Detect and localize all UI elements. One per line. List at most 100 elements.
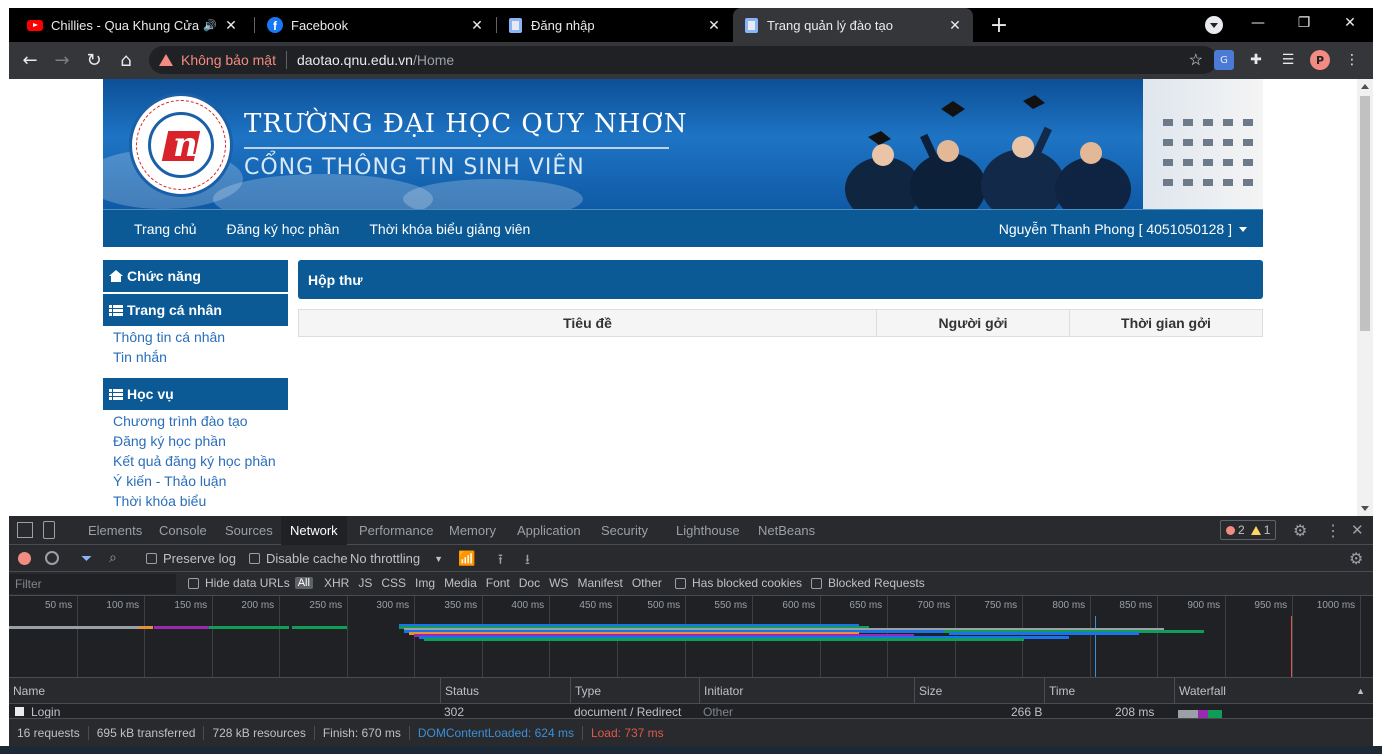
media-control-icon[interactable]: ☰	[1278, 50, 1298, 70]
tab-lighthouse[interactable]: Lighthouse	[676, 516, 740, 545]
audio-icon[interactable]: 🔊	[203, 19, 217, 32]
column-title[interactable]: Tiêu đề	[299, 310, 877, 336]
inspect-element-icon[interactable]	[17, 522, 33, 538]
home-icon[interactable]: ⌂	[112, 46, 140, 74]
tab-console[interactable]: Console	[159, 516, 207, 545]
settings-gear-icon[interactable]: ⚙	[1293, 521, 1307, 541]
scroll-down-arrow[interactable]	[1361, 506, 1369, 511]
column-sender[interactable]: Người gởi	[877, 310, 1070, 336]
clear-icon[interactable]	[45, 551, 59, 565]
close-window-button[interactable]: ✕	[1327, 8, 1373, 38]
filter-font[interactable]: Font	[486, 576, 510, 590]
page-scrollbar[interactable]	[1357, 79, 1373, 516]
tab-performance[interactable]: Performance	[359, 516, 433, 545]
filter-css[interactable]: CSS	[381, 576, 406, 590]
scrollbar-thumb[interactable]	[1360, 96, 1370, 331]
network-overview-timeline[interactable]: 50 ms 100 ms 150 ms 200 ms 250 ms 300 ms 350 m…	[9, 596, 1373, 678]
filter-media[interactable]: Media	[444, 576, 477, 590]
checkbox[interactable]	[146, 553, 157, 564]
sidebar-link-personal-info[interactable]: Thông tin cá nhân	[113, 329, 225, 345]
sidebar-link-curriculum[interactable]: Chương trình đào tạo	[113, 413, 248, 429]
menu-kebab-icon[interactable]: ⋮	[1342, 50, 1362, 70]
more-options-icon[interactable]: ⋮	[1325, 521, 1341, 541]
minimize-button[interactable]: —	[1235, 8, 1281, 38]
tab-dang-nhap[interactable]: Đăng nhập ✕	[497, 8, 732, 42]
sidebar-personal-heading[interactable]: Trang cá nhân	[103, 294, 288, 326]
nav-lecturer-timetable[interactable]: Thời khóa biểu giảng viên	[354, 221, 545, 237]
filter-xhr[interactable]: XHR	[324, 576, 349, 590]
column-initiator[interactable]: Initiator	[699, 678, 914, 704]
nav-course-registration[interactable]: Đăng ký học phần	[212, 221, 355, 237]
export-har-icon[interactable]: ⭳	[525, 549, 530, 573]
filter-input[interactable]: Filter	[9, 574, 176, 594]
address-bar[interactable]: Không bảo mật daotao.qnu.edu.vn /Home ☆	[149, 46, 1217, 74]
forward-icon[interactable]: →	[48, 46, 76, 74]
tab-application[interactable]: Application	[517, 516, 581, 545]
close-devtools-icon[interactable]: ✕	[1351, 521, 1364, 539]
filter-js[interactable]: JS	[358, 576, 372, 590]
column-name[interactable]: Name	[9, 678, 440, 704]
tab-facebook[interactable]: f Facebook ✕	[257, 8, 495, 42]
record-icon[interactable]	[18, 552, 31, 565]
device-toolbar-icon[interactable]	[43, 521, 55, 539]
not-secure-indicator[interactable]: Không bảo mật	[159, 52, 276, 68]
sidebar-link-registration[interactable]: Đăng ký học phần	[113, 433, 226, 449]
scroll-up-arrow[interactable]	[1361, 84, 1369, 89]
tab-elements[interactable]: Elements	[88, 516, 142, 545]
checkbox[interactable]	[811, 577, 822, 589]
import-har-icon[interactable]: ⭱	[498, 549, 503, 573]
translate-icon[interactable]: G	[1214, 50, 1234, 70]
sidebar-link-registration-results[interactable]: Kết quả đăng ký học phần	[113, 453, 276, 469]
university-logo[interactable]: n	[129, 93, 233, 197]
tab-chillies[interactable]: Chillies - Qua Khung Cửa Sổ 🔊 ✕	[17, 8, 249, 42]
has-blocked-cookies-toggle[interactable]: Has blocked cookies	[675, 576, 802, 590]
reload-icon[interactable]: ↻	[80, 46, 108, 74]
back-icon[interactable]: ←	[16, 46, 44, 74]
search-icon[interactable]: ⌕	[109, 549, 117, 566]
column-sent-time[interactable]: Thời gian gởi	[1070, 310, 1262, 336]
tab-netbeans[interactable]: NetBeans	[758, 516, 815, 545]
filter-other[interactable]: Other	[632, 576, 662, 590]
tab-network[interactable]: Network	[281, 516, 347, 545]
profile-avatar[interactable]: P	[1310, 50, 1330, 70]
filter-funnel-icon[interactable]: ⏷	[81, 550, 92, 567]
column-waterfall[interactable]: Waterfall ▲	[1174, 678, 1373, 704]
throttling-select[interactable]: No throttling ▼	[350, 551, 443, 566]
tab-memory[interactable]: Memory	[449, 516, 496, 545]
sidebar-function-heading[interactable]: Chức năng	[103, 260, 288, 292]
tab-trang-quan-ly[interactable]: Trang quản lý đào tạo ✕	[733, 8, 973, 42]
checkbox[interactable]	[188, 577, 199, 589]
close-icon[interactable]: ✕	[945, 17, 965, 34]
preserve-log-toggle[interactable]: Preserve log	[146, 551, 236, 566]
checkbox[interactable]	[675, 577, 686, 589]
disable-cache-toggle[interactable]: Disable cache	[249, 551, 348, 566]
bookmark-star-icon[interactable]: ☆	[1189, 50, 1203, 70]
sidebar-link-feedback[interactable]: Ý kiến - Thảo luận	[113, 473, 226, 489]
filter-all-button[interactable]: All	[294, 577, 313, 589]
hide-data-urls-toggle[interactable]: Hide data URLs All	[188, 576, 313, 590]
column-status[interactable]: Status	[440, 678, 570, 704]
filter-img[interactable]: Img	[415, 576, 435, 590]
column-type[interactable]: Type	[570, 678, 699, 704]
close-icon[interactable]: ✕	[467, 17, 487, 34]
close-icon[interactable]: ✕	[704, 17, 724, 34]
filter-manifest[interactable]: Manifest	[577, 576, 622, 590]
sidebar-link-timetable[interactable]: Thời khóa biểu	[113, 493, 206, 509]
blocked-requests-toggle[interactable]: Blocked Requests	[811, 576, 925, 590]
issues-badge[interactable]: 2 1	[1220, 520, 1277, 540]
user-menu[interactable]: Nguyễn Thanh Phong [ 4051050128 ]	[999, 210, 1247, 248]
tab-search-icon[interactable]	[1205, 16, 1223, 34]
sidebar-academic-heading[interactable]: Học vụ	[103, 378, 288, 410]
restore-button[interactable]: ❐	[1281, 8, 1327, 38]
checkbox[interactable]	[249, 553, 260, 564]
column-size[interactable]: Size	[914, 678, 1044, 704]
column-time[interactable]: Time	[1044, 678, 1174, 704]
sidebar-link-messages[interactable]: Tin nhắn	[113, 349, 167, 365]
extensions-icon[interactable]: ✚	[1246, 50, 1266, 70]
request-row[interactable]: Login 302 document / Redirect Other 266 …	[9, 704, 1373, 718]
filter-doc[interactable]: Doc	[519, 576, 540, 590]
filter-ws[interactable]: WS	[549, 576, 568, 590]
network-conditions-icon[interactable]: 📶	[458, 550, 475, 567]
new-tab-button[interactable]: +	[985, 8, 1013, 42]
tab-sources[interactable]: Sources	[225, 516, 273, 545]
